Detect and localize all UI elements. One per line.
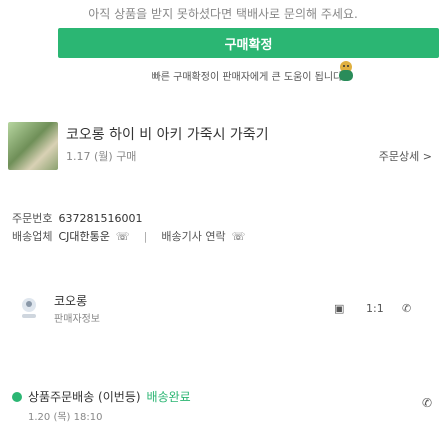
- chat-button[interactable]: ▣: [334, 302, 344, 315]
- phone-icon[interactable]: ☏: [232, 228, 246, 246]
- status-badge: 배송완료: [146, 390, 191, 404]
- delivery-status: 상품주문배송 (이번등) 배송완료 1.20 (목) 18:10 ✆: [0, 386, 446, 430]
- status-dot-icon: [12, 392, 22, 402]
- order-info: 주문번호 637281516001 배송업체 CJ대한통운 ☏ | 배송기사 연…: [12, 210, 245, 246]
- product-thumbnail: [8, 122, 58, 170]
- confirm-purchase-button[interactable]: 구매확정: [58, 28, 439, 58]
- product-card[interactable]: 코오롱 하이 비 아키 가죽시 가죽기 1.17 (월) 구매 주문상세 >: [0, 118, 446, 176]
- mascot-icon: [339, 61, 353, 81]
- order-number-label: 주문번호: [12, 212, 53, 225]
- driver-contact-label[interactable]: 배송기사 연락: [161, 228, 225, 246]
- order-detail-link[interactable]: 주문상세 >: [379, 148, 432, 164]
- shipping-label: 배송업체: [12, 230, 53, 243]
- seller-row: 코오롱 판매자정보 ▣ 1:1 ✆: [0, 288, 446, 338]
- tip-text: 빠른 구매확정이 판매자에게 큰 도움이 됩니다.: [151, 71, 346, 83]
- product-title: 코오롱 하이 비 아키 가죽시 가죽기: [66, 127, 269, 143]
- purchase-date: 1.17 (월) 구매: [66, 150, 137, 163]
- one-to-one-button[interactable]: 1:1: [366, 302, 384, 315]
- phone-icon[interactable]: ☏: [116, 228, 130, 246]
- seller-icon: [22, 298, 36, 318]
- phone-icon[interactable]: ✆: [422, 396, 432, 410]
- call-button[interactable]: ✆: [402, 302, 411, 315]
- purchase-tip: 빠른 구매확정이 판매자에게 큰 도움이 됩니다.: [58, 66, 439, 84]
- order-number-value: 637281516001: [58, 212, 143, 225]
- status-date: 1.20 (목) 18:10: [28, 412, 103, 423]
- delivery-notice: 아직 상품을 받지 못하셨다면 택배사로 문의해 주세요.: [88, 7, 358, 21]
- seller-info-link[interactable]: 판매자정보: [54, 310, 100, 325]
- seller-name: 코오롱: [54, 294, 88, 308]
- shipping-company: CJ대한통운: [58, 230, 110, 243]
- status-text: 상품주문배송 (이번등) 배송완료: [28, 390, 191, 404]
